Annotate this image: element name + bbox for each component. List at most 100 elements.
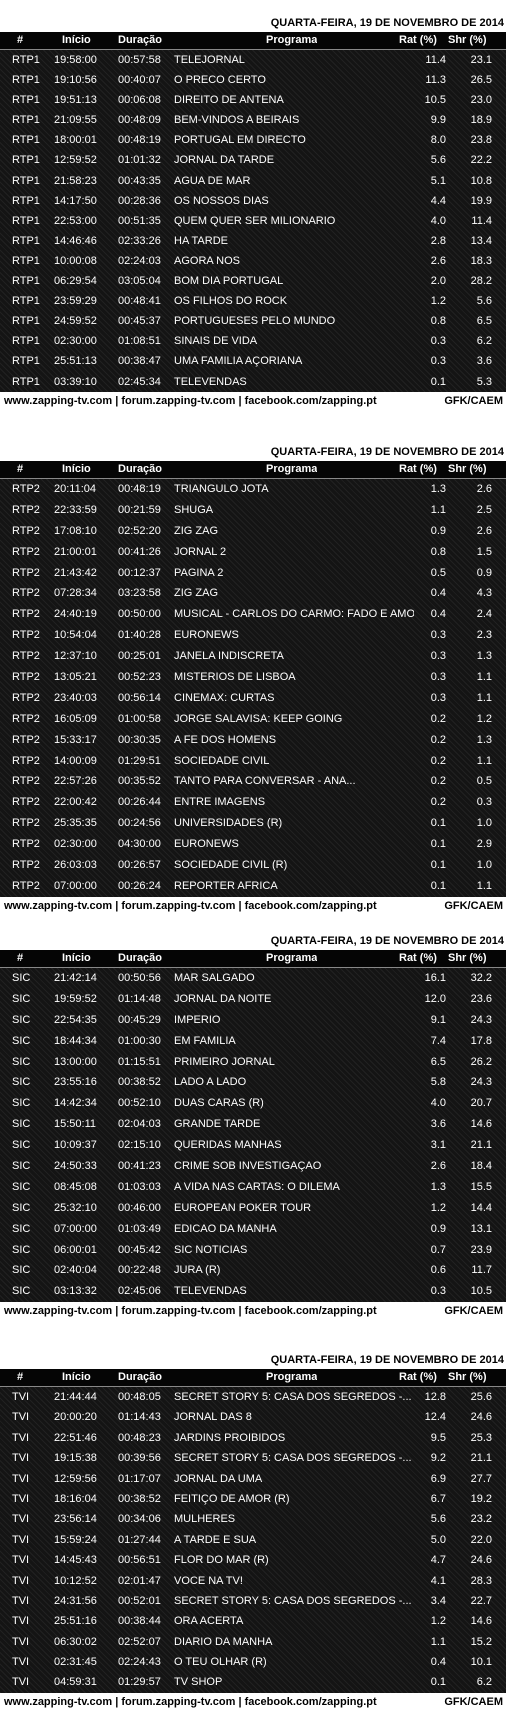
section-date: QUARTA-FEIRA, 19 DE NOVEMBRO DE 2014 — [270, 935, 504, 947]
table-row: SIC 07:00:00 01:03:49 EDICAO DA MANHA 0.9 13.… — [0, 1219, 506, 1240]
rating-cell: 12.8 — [424, 1391, 446, 1403]
share-cell: 22.7 — [470, 1594, 492, 1607]
table-row: RTP2 12:37:10 00:25:01 JANELA INDISCRETA 0.3… — [0, 646, 506, 667]
program-cell: TELEVENDAS — [174, 375, 247, 388]
start-time-cell: 24:59:52 — [54, 315, 97, 328]
ratings-table: # Início Duração Programa Rat (%) Shr (%) RTP2… — [0, 461, 506, 897]
program-cell: DUAS CARAS (R) — [174, 1097, 264, 1110]
channel-cell: TVI — [12, 1492, 30, 1505]
duration-cell: 02:45:34 — [118, 375, 161, 388]
share-cell: 20.7 — [470, 1097, 492, 1110]
rating-cell: 2.6 — [430, 254, 446, 267]
channel-cell: RTP2 — [12, 691, 40, 704]
table-row: RTP2 10:54:04 01:40:28 EURONEWS 0.3 2.3 — [0, 625, 506, 646]
table-row: SIC 13:00:00 01:15:51 PRIMEIRO JORNAL 6.5 26.… — [0, 1052, 506, 1073]
table-row: RTP2 21:00:01 00:41:26 JORNAL 2 0.8 1.5 — [0, 542, 506, 563]
share-cell: 18.4 — [470, 1160, 492, 1173]
share-cell: 14.4 — [470, 1201, 492, 1214]
channel-cell: TVI — [12, 1391, 30, 1403]
duration-cell: 02:33:26 — [118, 234, 161, 247]
rating-cell: 16.1 — [424, 972, 446, 984]
rating-cell: 1.3 — [430, 483, 446, 495]
rating-cell: 12.4 — [424, 1411, 446, 1424]
table-row: RTP1 10:00:08 02:24:03 AGORA NOS 2.6 18.3 — [0, 251, 506, 271]
rating-cell: 0.9 — [430, 524, 446, 537]
channel-cell: RTP1 — [12, 54, 40, 66]
rating-cell: 12.0 — [424, 992, 446, 1005]
channel-cell: RTP1 — [12, 355, 40, 368]
channel-cell: RTP2 — [12, 733, 40, 746]
duration-cell: 00:12:37 — [118, 566, 161, 579]
rating-cell: 0.5 — [430, 566, 446, 579]
channel-cell: RTP2 — [12, 608, 40, 621]
table-row: TVI 14:45:43 00:56:51 FLOR DO MAR (R) 4.7 24.… — [0, 1550, 506, 1570]
duration-cell: 04:30:00 — [118, 838, 161, 851]
footer: www.zapping-tv.com | forum.zapping-tv.co… — [0, 897, 506, 916]
table-row: RTP2 22:33:59 00:21:59 SHUGA 1.1 2.5 — [0, 500, 506, 521]
program-cell: TANTO PARA CONVERSAR - ANA... — [174, 775, 356, 788]
rating-cell: 0.2 — [430, 712, 446, 725]
duration-cell: 01:03:03 — [118, 1180, 161, 1193]
program-cell: EM FAMILIA — [174, 1034, 236, 1047]
table-row: SIC 02:40:04 00:22:48 JURA (R) 0.6 11.7 — [0, 1260, 506, 1281]
start-time-cell: 17:08:10 — [54, 524, 97, 537]
duration-cell: 00:48:09 — [118, 114, 161, 127]
duration-cell: 00:48:19 — [118, 134, 161, 147]
table-header: # Início Duração Programa Rat (%) Shr (%) — [0, 950, 506, 968]
duration-cell: 00:45:37 — [118, 315, 161, 328]
duration-cell: 01:29:57 — [118, 1676, 161, 1689]
footer-links[interactable]: www.zapping-tv.com | forum.zapping-tv.co… — [4, 1302, 377, 1321]
table-row: SIC 14:42:34 00:52:10 DUAS CARAS (R) 4.0 20.7 — [0, 1093, 506, 1114]
footer-links[interactable]: www.zapping-tv.com | forum.zapping-tv.co… — [4, 392, 377, 411]
start-time-cell: 18:00:01 — [54, 134, 97, 147]
ratings-table: # Início Duração Programa Rat (%) Shr (%) RTP1… — [0, 32, 506, 392]
rating-cell: 11.3 — [425, 74, 446, 87]
duration-cell: 00:38:52 — [118, 1076, 161, 1089]
table-row: RTP2 24:40:19 00:50:00 MUSICAL - CARLOS DO … — [0, 604, 506, 625]
program-cell: SOCIEDADE CIVIL — [174, 754, 270, 767]
duration-cell: 02:52:07 — [118, 1635, 161, 1648]
start-time-cell: 13:00:00 — [54, 1055, 97, 1068]
rating-cell: 3.6 — [430, 1118, 446, 1131]
program-cell: DIARIO DA MANHA — [174, 1635, 273, 1648]
rating-cell: 0.7 — [430, 1243, 446, 1256]
duration-cell: 02:45:06 — [118, 1285, 161, 1298]
rating-cell: 4.0 — [430, 214, 446, 227]
channel-cell: RTP1 — [12, 275, 40, 288]
start-time-cell: 07:00:00 — [54, 879, 97, 892]
program-cell: PRIMEIRO JORNAL — [174, 1055, 275, 1068]
program-cell: QUEM QUER SER MILIONARIO — [174, 214, 336, 227]
program-cell: LADO A LADO — [174, 1076, 247, 1089]
duration-cell: 01:01:32 — [118, 154, 161, 167]
duration-cell: 00:30:35 — [118, 733, 161, 746]
channel-cell: RTP2 — [12, 817, 40, 830]
share-cell: 6.5 — [476, 315, 492, 328]
header-program: Programa — [266, 1371, 318, 1383]
duration-cell: 02:24:03 — [118, 254, 161, 267]
share-cell: 21.1 — [470, 1452, 492, 1465]
program-cell: OS NOSSOS DIAS — [174, 194, 269, 207]
program-cell: EURONEWS — [174, 629, 239, 642]
channel-cell: RTP2 — [12, 712, 40, 725]
table-row: RTP2 02:30:00 04:30:00 EURONEWS 0.1 2.9 — [0, 834, 506, 855]
table-row: TVI 15:59:24 01:27:44 A TARDE E SUA 5.0 22.0 — [0, 1530, 506, 1550]
channel-cell: RTP1 — [12, 315, 40, 328]
duration-cell: 01:08:51 — [118, 335, 161, 348]
rating-cell: 1.2 — [430, 295, 446, 308]
start-time-cell: 10:54:04 — [54, 629, 97, 642]
start-time-cell: 02:30:00 — [54, 838, 97, 851]
program-cell: UNIVERSIDADES (R) — [174, 817, 283, 830]
channel-cell: RTP1 — [12, 194, 40, 207]
start-time-cell: 20:00:20 — [54, 1411, 97, 1424]
channel-cell: RTP1 — [12, 234, 40, 247]
channel-cell: TVI — [12, 1615, 30, 1628]
table-row: SIC 22:54:35 00:45:29 IMPERIO 9.1 24.3 — [0, 1010, 506, 1031]
start-time-cell: 10:09:37 — [54, 1139, 97, 1152]
start-time-cell: 18:16:04 — [54, 1492, 97, 1505]
footer-links[interactable]: www.zapping-tv.com | forum.zapping-tv.co… — [4, 1693, 377, 1712]
share-cell: 18.9 — [470, 114, 492, 127]
start-time-cell: 19:58:00 — [54, 54, 97, 66]
table-row: RTP2 25:35:35 00:24:56 UNIVERSIDADES (R) 0.1… — [0, 813, 506, 834]
table-row: RTP2 14:00:09 01:29:51 SOCIEDADE CIVIL 0.2 1.… — [0, 751, 506, 772]
footer-links[interactable]: www.zapping-tv.com | forum.zapping-tv.co… — [4, 897, 377, 916]
